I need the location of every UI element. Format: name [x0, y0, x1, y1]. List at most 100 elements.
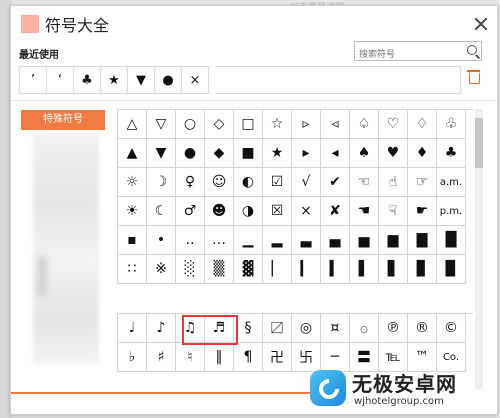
symbol-cell[interactable]: ◑	[234, 197, 263, 226]
symbol-cell[interactable]: √	[292, 168, 321, 197]
symbol-cell[interactable]: ♬	[205, 314, 234, 343]
symbol-cell[interactable]: ¤	[321, 314, 350, 343]
symbol-cell[interactable]: ▲	[118, 139, 147, 168]
symbol-cell[interactable]: ░	[176, 255, 205, 284]
symbol-cell[interactable]: ▋	[379, 255, 408, 284]
symbol-cell[interactable]: ☜	[350, 168, 379, 197]
symbol-cell[interactable]: ▓	[234, 255, 263, 284]
symbol-cell[interactable]: ℗	[379, 314, 408, 343]
symbol-cell[interactable]: █	[437, 226, 466, 255]
symbol-cell[interactable]: ▊	[408, 255, 437, 284]
symbol-cell[interactable]: ◇	[205, 110, 234, 139]
symbol-cell[interactable]: ▸	[292, 139, 321, 168]
close-icon[interactable]	[474, 17, 488, 31]
symbol-cell[interactable]: ♀	[176, 168, 205, 197]
symbol-cell[interactable]: ♡	[379, 110, 408, 139]
symbol-cell[interactable]: ☟	[379, 197, 408, 226]
recent-symbol-cell[interactable]: ×	[181, 66, 209, 94]
symbol-cell[interactable]: ☀	[118, 197, 147, 226]
symbol-cell[interactable]: ☽	[147, 168, 176, 197]
symbol-cell[interactable]: §	[234, 314, 263, 343]
symbol-cell[interactable]: ©	[437, 314, 466, 343]
symbol-cell[interactable]: ◎	[292, 314, 321, 343]
trash-icon[interactable]	[467, 70, 480, 84]
symbol-cell[interactable]: ♫	[176, 314, 205, 343]
symbol-cell[interactable]: ☑	[263, 168, 292, 197]
symbol-cell[interactable]: ☞	[408, 168, 437, 197]
recent-symbol-cell[interactable]: ‘	[46, 66, 74, 94]
symbol-cell[interactable]: …	[205, 226, 234, 255]
symbol-cell[interactable]: △	[118, 110, 147, 139]
symbol-cell[interactable]: ‖	[205, 343, 234, 372]
symbol-cell[interactable]: ◃	[321, 110, 350, 139]
symbol-cell[interactable]: ▉	[437, 255, 466, 284]
symbol-cell[interactable]: ♥	[379, 139, 408, 168]
category-special-symbols-button[interactable]: 特殊符号	[21, 110, 105, 130]
symbol-cell[interactable]: ▏	[263, 255, 292, 284]
symbol-cell[interactable]: ▌	[350, 255, 379, 284]
symbol-cell[interactable]: ▂	[263, 226, 292, 255]
symbol-cell[interactable]: ▒	[205, 255, 234, 284]
symbol-cell[interactable]: ▇	[408, 226, 437, 255]
recent-symbol-cell[interactable]: ●	[154, 66, 182, 94]
symbol-cell[interactable]: ♣	[437, 139, 466, 168]
symbol-cell[interactable]: ◂	[321, 139, 350, 168]
symbol-cell[interactable]: ☚	[350, 197, 379, 226]
symbol-cell[interactable]: ♭	[118, 343, 147, 372]
symbol-cell[interactable]: ■	[234, 139, 263, 168]
recent-symbol-cell[interactable]: ♣	[73, 66, 101, 94]
symbol-cell[interactable]: ♠	[350, 139, 379, 168]
symbol-cell[interactable]: ▪	[118, 226, 147, 255]
recent-symbol-cell[interactable]: ’	[19, 66, 47, 94]
symbol-cell[interactable]: ☺	[205, 168, 234, 197]
symbol-cell[interactable]: ♂	[176, 197, 205, 226]
symbol-cell[interactable]: ®	[408, 314, 437, 343]
symbol-cell[interactable]: ¶	[234, 343, 263, 372]
symbol-cell[interactable]: ◐	[234, 168, 263, 197]
symbol-cell[interactable]: ★	[263, 139, 292, 168]
symbol-cell[interactable]: ♪	[147, 314, 176, 343]
search-input[interactable]	[355, 47, 459, 63]
symbol-cell[interactable]: ✘	[321, 197, 350, 226]
symbol-cell[interactable]: ▅	[350, 226, 379, 255]
symbol-cell[interactable]: ▎	[292, 255, 321, 284]
symbol-cell[interactable]: ○	[176, 110, 205, 139]
symbol-cell[interactable]: ▆	[379, 226, 408, 255]
symbol-cell[interactable]: ▁	[234, 226, 263, 255]
symbol-cell[interactable]: ●	[176, 139, 205, 168]
symbol-cell[interactable]: ☝	[379, 168, 408, 197]
symbol-cell[interactable]: 卍	[263, 343, 292, 372]
symbol-cell[interactable]: ×	[292, 197, 321, 226]
symbol-cell[interactable]: ♦	[408, 139, 437, 168]
symbol-cell[interactable]: ▃	[292, 226, 321, 255]
symbol-cell[interactable]: ♯	[147, 343, 176, 372]
symbol-cell[interactable]: a.m.	[437, 168, 466, 197]
symbol-cell[interactable]: ▍	[321, 255, 350, 284]
symbol-cell[interactable]: ♢	[408, 110, 437, 139]
symbol-cell[interactable]: ✔	[321, 168, 350, 197]
symbol-cell[interactable]: ♩	[118, 314, 147, 343]
search-icon[interactable]	[467, 45, 477, 55]
symbol-cell[interactable]: ‥	[176, 226, 205, 255]
symbol-cell[interactable]: ▼	[147, 139, 176, 168]
symbol-cell[interactable]: ☛	[408, 197, 437, 226]
symbol-cell[interactable]: ☆	[263, 110, 292, 139]
symbol-cell[interactable]: ☾	[147, 197, 176, 226]
symbol-cell[interactable]: ♤	[350, 110, 379, 139]
symbol-cell[interactable]: ※	[147, 255, 176, 284]
symbol-cell[interactable]: ☻	[205, 197, 234, 226]
recent-symbol-cell[interactable]: ★	[100, 66, 128, 94]
symbol-cell[interactable]: ۞	[350, 314, 379, 343]
symbol-cell[interactable]: ▄	[321, 226, 350, 255]
symbol-cell[interactable]: 〼	[263, 314, 292, 343]
symbol-cell[interactable]: ☼	[118, 168, 147, 197]
recent-symbol-cell[interactable]: ▼	[127, 66, 155, 94]
symbol-cell[interactable]: ∷	[118, 255, 147, 284]
symbol-cell[interactable]: ▹	[292, 110, 321, 139]
symbol-cell[interactable]: •	[147, 226, 176, 255]
symbol-cell[interactable]: ◆	[205, 139, 234, 168]
symbol-cell[interactable]: p.m.	[437, 197, 466, 226]
symbol-cell[interactable]: □	[234, 110, 263, 139]
symbol-cell[interactable]: ▽	[147, 110, 176, 139]
symbol-cell[interactable]: ☒	[263, 197, 292, 226]
